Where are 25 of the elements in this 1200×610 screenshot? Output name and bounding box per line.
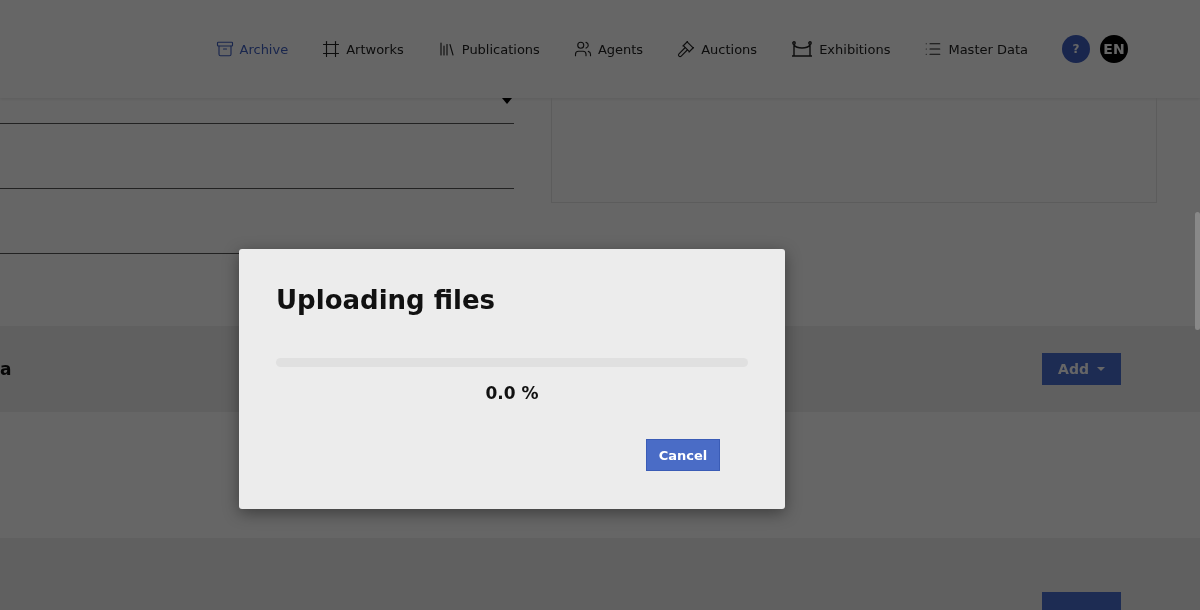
nav-tab[interactable]: Publications bbox=[437, 40, 540, 58]
nav-tab[interactable]: Exhibitions bbox=[791, 41, 891, 57]
dialog-title: Uploading files bbox=[276, 285, 497, 315]
cancel-button[interactable]: Cancel bbox=[646, 439, 720, 471]
select-field[interactable] bbox=[0, 98, 514, 124]
caret-icon bbox=[502, 98, 512, 104]
archive-icon bbox=[215, 40, 234, 58]
stanchion-icon bbox=[791, 41, 814, 57]
people-icon bbox=[573, 40, 592, 58]
gavel-icon bbox=[677, 40, 696, 58]
scrollbar[interactable] bbox=[1195, 212, 1200, 330]
add-button[interactable]: Add bbox=[1042, 353, 1121, 385]
caret-icon bbox=[1096, 367, 1105, 371]
nav-tab[interactable]: Archive bbox=[215, 40, 289, 58]
nav-tab[interactable]: Auctions bbox=[677, 40, 758, 58]
help-button[interactable]: ? bbox=[1062, 35, 1090, 63]
list-icon bbox=[924, 40, 943, 58]
section-title: a bbox=[0, 359, 12, 379]
progress-percent: 0.0 % bbox=[484, 383, 540, 403]
nav-tab[interactable]: Master Data bbox=[924, 40, 1028, 58]
books-icon bbox=[437, 40, 456, 58]
nav-tab[interactable]: Agents bbox=[573, 40, 644, 58]
nav-tab[interactable]: Artworks bbox=[322, 40, 404, 58]
frame-icon bbox=[322, 40, 341, 58]
language-button[interactable]: EN bbox=[1100, 35, 1128, 63]
